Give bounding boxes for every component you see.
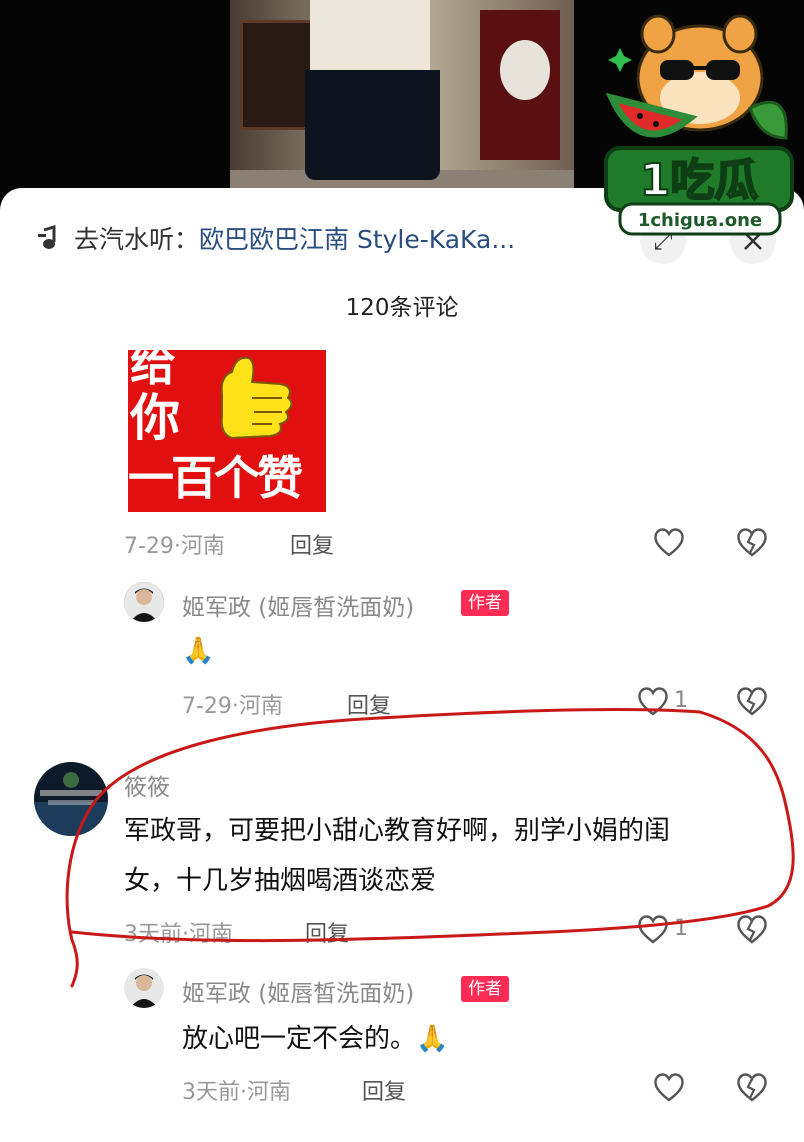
- avatar-image: [124, 968, 164, 1008]
- avatar-image: [124, 582, 164, 622]
- dislike-icon[interactable]: [735, 913, 769, 945]
- reply-button[interactable]: 回复: [347, 688, 391, 720]
- person-shirt-image: [310, 0, 430, 75]
- sticker-text-3: 一百个赞: [128, 451, 303, 505]
- comment-text-line-1: 军政哥，可要把小甜心教育好啊，别学小娟的闺: [124, 816, 671, 846]
- sticker-text-2: 你: [130, 389, 180, 447]
- dislike-icon[interactable]: [735, 1071, 769, 1103]
- reply-button[interactable]: 回复: [362, 1074, 406, 1106]
- music-prefix: 去汽水听：: [74, 225, 200, 254]
- video-frame: [230, 0, 574, 200]
- music-link[interactable]: 去汽水听： 欧巴欧巴江南 Style-KaKa...: [36, 220, 515, 256]
- avatar-image: [34, 762, 108, 836]
- like-icon[interactable]: [636, 685, 670, 717]
- music-note-icon: [38, 224, 56, 249]
- watermark-brand: 1吃瓜: [640, 155, 759, 206]
- hamster-mascot-icon: 1吃瓜 1chigua.one: [604, 14, 794, 236]
- person-shorts-image: [305, 70, 440, 180]
- like-icon[interactable]: [636, 913, 670, 945]
- comment-text: 🙏: [182, 636, 215, 666]
- comment-text-line-2: 女，十几岁抽烟喝酒谈恋爱: [124, 866, 437, 896]
- username[interactable]: 姬军政 (姬唇皙洗面奶): [182, 588, 414, 622]
- username[interactable]: 筱筱: [124, 768, 170, 802]
- like-icon[interactable]: [652, 526, 686, 558]
- username[interactable]: 姬军政 (姬唇皙洗面奶): [182, 974, 414, 1008]
- comment-count: 120条评论: [345, 295, 459, 321]
- thumbs-up-icon: [220, 356, 293, 440]
- song-title[interactable]: 欧巴欧巴江南 Style-KaKa...: [199, 220, 515, 256]
- reply-button[interactable]: 回复: [305, 916, 349, 948]
- avatar[interactable]: [124, 582, 164, 622]
- comment-meta: 3天前·河南: [182, 1080, 291, 1105]
- like-count: 1: [674, 916, 688, 941]
- like-icon[interactable]: [652, 1071, 686, 1103]
- reply-button[interactable]: 回复: [290, 528, 334, 560]
- comment-meta: 7-29·河南: [124, 534, 225, 559]
- thumbs-up-sticker[interactable]: 给 你 一百个赞: [128, 350, 326, 512]
- watermark-logo: 1吃瓜 1chigua.one: [600, 8, 796, 238]
- comment-meta: 3天前·河南: [124, 922, 233, 947]
- author-badge: 作者: [461, 590, 509, 616]
- like-count: 1: [674, 688, 688, 713]
- vase-image: [500, 40, 550, 100]
- dislike-icon[interactable]: [735, 685, 769, 717]
- comment-text: 放心吧一定不会的。🙏: [182, 1024, 449, 1054]
- author-badge: 作者: [461, 976, 509, 1002]
- avatar[interactable]: [124, 968, 164, 1008]
- dislike-icon[interactable]: [735, 526, 769, 558]
- comment-meta: 7-29·河南: [182, 694, 283, 719]
- comment-sheet: 去汽水听： 欧巴欧巴江南 Style-KaKa... ⤢ 120条评论 给 你 …: [0, 188, 804, 1142]
- watermark-url: 1chigua.one: [638, 210, 762, 231]
- avatar[interactable]: [34, 762, 108, 836]
